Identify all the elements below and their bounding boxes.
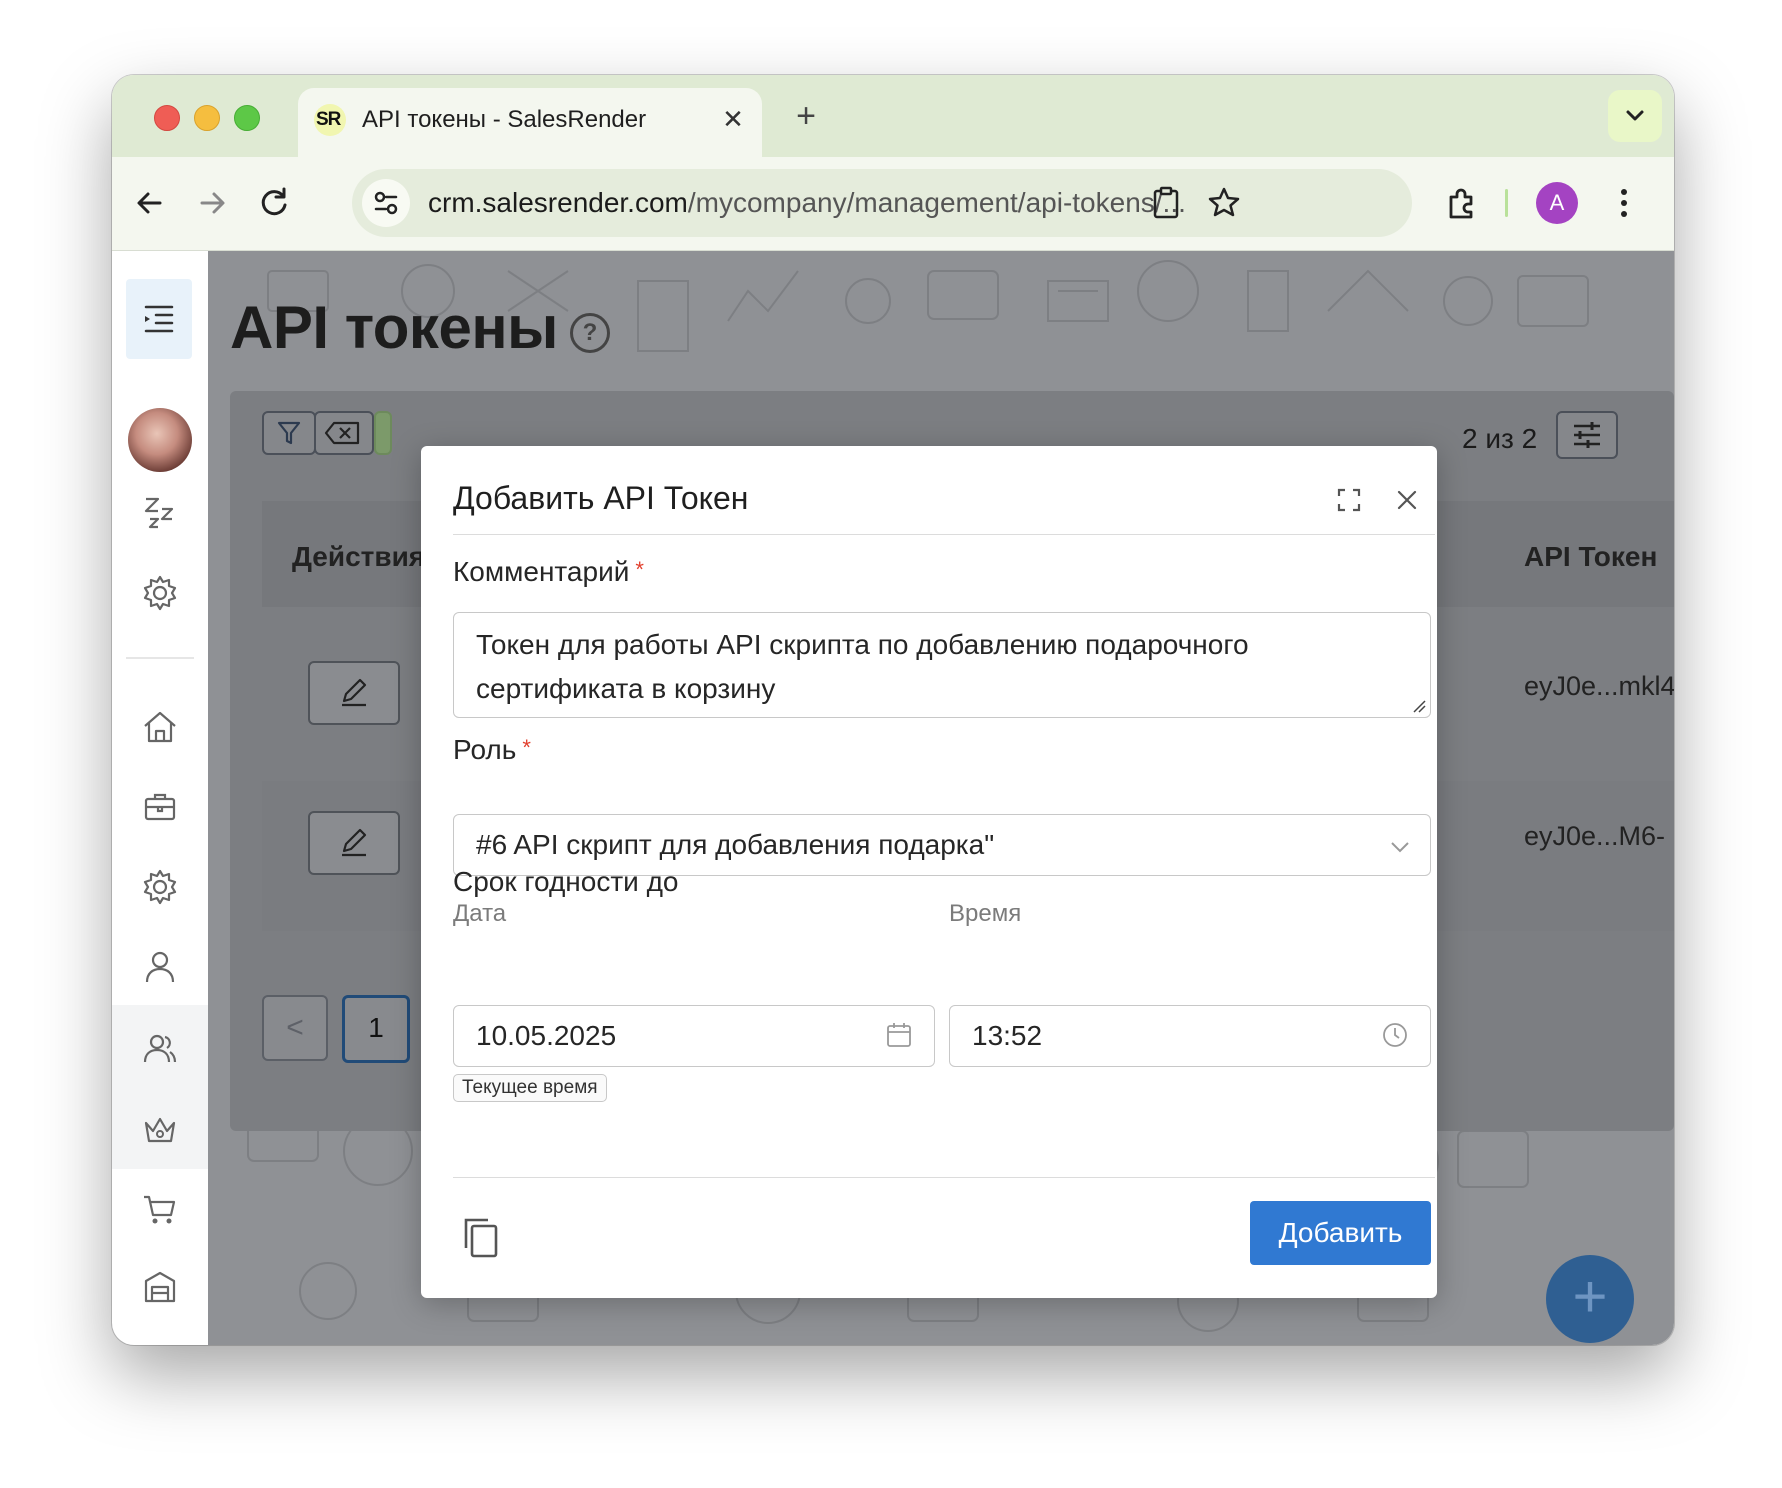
- help-icon[interactable]: ?: [570, 313, 610, 353]
- comment-value: Токен для работы API скрипта по добавлен…: [476, 629, 1249, 704]
- favicon-icon: SR: [314, 104, 346, 136]
- copy-icon[interactable]: [461, 1216, 501, 1260]
- briefcase-icon[interactable]: [140, 787, 180, 827]
- browser-toolbar: crm.salesrender.com/mycompany/management…: [112, 157, 1674, 251]
- new-tab-button[interactable]: +: [788, 99, 824, 135]
- cart-icon[interactable]: [140, 1189, 180, 1229]
- app-area: API токены ? 2 из 2 Действия API Токен e…: [112, 251, 1674, 1345]
- bookmark-star-icon[interactable]: [1204, 183, 1244, 223]
- pager-count: 2 из 2: [1462, 423, 1538, 454]
- pencil-icon: [342, 678, 367, 707]
- more-vert-icon[interactable]: [1600, 179, 1648, 227]
- chevron-down-icon: [1626, 110, 1644, 121]
- filter-icon: [277, 421, 301, 445]
- reload-icon[interactable]: [250, 179, 298, 227]
- sleep-icon[interactable]: [140, 493, 180, 533]
- close-icon[interactable]: [1393, 486, 1421, 514]
- crown-icon[interactable]: [140, 1109, 180, 1149]
- time-value: 13:52: [972, 1020, 1043, 1051]
- settings-icon[interactable]: [140, 867, 180, 907]
- url-text: crm.salesrender.com/mycompany/management…: [428, 187, 1186, 219]
- filter-button[interactable]: [262, 411, 316, 455]
- token-cell: eyJ0e...M6-: [1524, 821, 1666, 851]
- site-info-button[interactable]: [362, 179, 410, 227]
- fullscreen-icon[interactable]: [1335, 486, 1363, 514]
- date-label: Дата: [453, 900, 507, 927]
- role-label: Роль *: [453, 734, 531, 766]
- sidebar-toggle-button[interactable]: [126, 279, 192, 359]
- toolbar-divider: [1505, 189, 1508, 217]
- pencil-icon: [342, 828, 367, 857]
- avatar[interactable]: [128, 408, 192, 472]
- comment-textarea[interactable]: Токен для работы API скрипта по добавлен…: [453, 612, 1431, 718]
- browser-tab[interactable]: SR API токены - SalesRender ✕: [298, 88, 762, 157]
- required-mark: *: [635, 557, 644, 582]
- current-time-button[interactable]: Текущее время: [453, 1074, 607, 1102]
- pager-page-button[interactable]: 1: [342, 995, 410, 1063]
- menu-icon: [144, 305, 174, 333]
- tab-title: API токены - SalesRender: [362, 106, 647, 133]
- edit-button[interactable]: [308, 661, 400, 725]
- comment-label-text: Комментарий: [453, 556, 630, 587]
- sliders-icon: [1574, 422, 1600, 448]
- date-value: 10.05.2025: [476, 1020, 617, 1051]
- token-cell: eyJ0e...mkl4: [1524, 671, 1674, 701]
- back-arrow-icon[interactable]: [126, 179, 174, 227]
- user-icon[interactable]: [140, 947, 180, 987]
- add-fab-button[interactable]: +: [1546, 1255, 1634, 1343]
- window-close-button[interactable]: [154, 105, 180, 131]
- tab-search-button[interactable]: [1608, 90, 1662, 142]
- resize-grip-icon[interactable]: [1412, 699, 1426, 713]
- calendar-icon[interactable]: [884, 1020, 914, 1050]
- time-input[interactable]: 13:52: [949, 1005, 1431, 1067]
- modal-divider: [453, 534, 1435, 535]
- warehouse-icon[interactable]: [140, 1267, 180, 1307]
- tab-strip: SR API токены - SalesRender ✕ +: [112, 75, 1674, 157]
- home-icon[interactable]: [140, 707, 180, 747]
- edit-button[interactable]: [308, 811, 400, 875]
- table-settings-button[interactable]: [1556, 411, 1618, 459]
- required-mark: *: [522, 735, 531, 760]
- clear-filter-button[interactable]: [314, 411, 374, 455]
- modal-footer-divider: [453, 1177, 1435, 1178]
- address-bar[interactable]: crm.salesrender.com/mycompany/management…: [352, 169, 1412, 237]
- column-header-actions: Действия: [292, 541, 426, 572]
- role-label-text: Роль: [453, 734, 517, 765]
- extensions-puzzle-icon[interactable]: [1438, 179, 1486, 227]
- backspace-icon: [324, 421, 360, 445]
- chevron-down-icon: [1391, 842, 1409, 853]
- page-title: API токены: [230, 294, 558, 361]
- pager-prev-button[interactable]: <: [262, 995, 328, 1061]
- sidebar: [112, 251, 208, 1345]
- sidebar-separator: [126, 657, 194, 659]
- clipboard-icon[interactable]: [1146, 183, 1186, 223]
- window-zoom-button[interactable]: [234, 105, 260, 131]
- url-host: crm.salesrender.com: [428, 187, 688, 218]
- clock-icon[interactable]: [1380, 1020, 1410, 1050]
- tune-icon: [374, 191, 398, 215]
- comment-label: Комментарий *: [453, 556, 644, 588]
- expiry-label: Срок годности до: [453, 866, 679, 897]
- role-value: #6 API скрипт для добавления подарка": [476, 829, 995, 860]
- profile-avatar[interactable]: A: [1536, 182, 1578, 224]
- forward-arrow-icon[interactable]: [188, 179, 236, 227]
- url-path: /mycompany/management/api-tokens/...: [687, 187, 1186, 218]
- gear-icon[interactable]: [140, 573, 180, 613]
- create-button-edge[interactable]: [374, 411, 392, 455]
- date-input[interactable]: 10.05.2025: [453, 1005, 935, 1067]
- window-minimize-button[interactable]: [194, 105, 220, 131]
- tab-close-button[interactable]: ✕: [718, 104, 748, 134]
- favicon-text: SR: [316, 109, 341, 130]
- modal-title: Добавить API Токен: [453, 480, 749, 516]
- browser-window: SR API токены - SalesRender ✕ + crm.sale…: [112, 75, 1674, 1345]
- users-icon[interactable]: [140, 1029, 180, 1069]
- add-button[interactable]: Добавить: [1250, 1201, 1431, 1265]
- add-token-modal: Добавить API Токен Комментарий * Токен дл…: [421, 446, 1437, 1298]
- time-label: Время: [949, 900, 1022, 927]
- column-header-token: API Токен: [1524, 541, 1658, 572]
